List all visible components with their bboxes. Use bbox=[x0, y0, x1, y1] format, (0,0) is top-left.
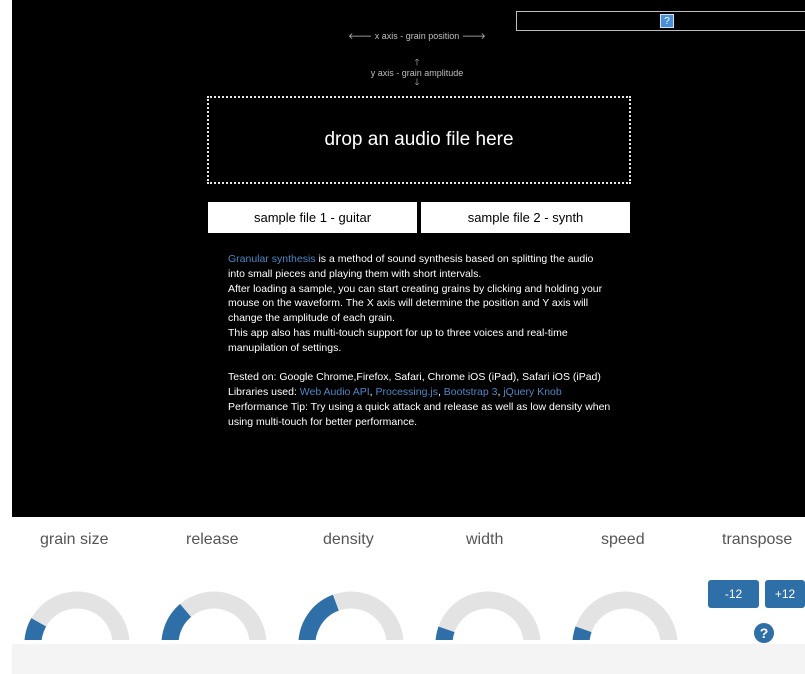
knob-value-fill bbox=[298, 594, 340, 640]
description-paragraph-3: This app also has multi-touch support fo… bbox=[228, 326, 568, 354]
processing-js-link[interactable]: Processing.js bbox=[376, 386, 438, 398]
description: Granular synthesis is a method of sound … bbox=[228, 252, 612, 430]
transpose-up-button[interactable]: +12 bbox=[765, 580, 805, 608]
x-axis-hint: 🡐 x axis - grain position 🡒 bbox=[348, 31, 486, 41]
knob-value-fill bbox=[161, 603, 192, 640]
bootstrap-link[interactable]: Bootstrap 3 bbox=[444, 386, 498, 398]
transpose-label: transpose bbox=[722, 531, 793, 548]
transpose-help-icon[interactable]: ? bbox=[754, 623, 774, 643]
description-paragraph-1: Granular synthesis is a method of sound … bbox=[228, 252, 612, 282]
speed-knob[interactable] bbox=[569, 580, 681, 640]
density-label: density bbox=[323, 531, 374, 548]
density-knob[interactable] bbox=[295, 580, 407, 640]
knob-track bbox=[24, 591, 130, 640]
up-arrow-icon: 🡑 bbox=[414, 57, 420, 67]
footer-bar bbox=[12, 644, 805, 674]
sample-2-button[interactable]: sample file 2 - synth bbox=[421, 202, 630, 233]
width-label: width bbox=[466, 531, 504, 548]
audio-dropzone[interactable]: drop an audio file here bbox=[207, 96, 631, 184]
grain-size-knob[interactable] bbox=[21, 580, 133, 640]
libraries-used: Libraries used: Web Audio API, Processin… bbox=[228, 386, 562, 399]
down-arrow-icon: 🡓 bbox=[414, 77, 420, 87]
y-axis-hint: 🡑 y axis - grain amplitude 🡓 bbox=[337, 57, 497, 87]
granular-synthesis-link[interactable]: Granular synthesis bbox=[228, 253, 316, 265]
transpose-down-button[interactable]: -12 bbox=[708, 580, 759, 608]
description-paragraph-2: After loading a sample, you can start cr… bbox=[228, 282, 603, 325]
speed-label: speed bbox=[601, 531, 645, 548]
release-knob[interactable] bbox=[158, 580, 270, 640]
width-knob[interactable] bbox=[432, 580, 544, 640]
web-audio-api-link[interactable]: Web Audio API bbox=[300, 386, 370, 398]
sample-1-button[interactable]: sample file 1 - guitar bbox=[208, 202, 417, 233]
knob-value-fill bbox=[435, 626, 455, 640]
help-box: ? bbox=[516, 11, 805, 31]
knob-value-fill bbox=[572, 626, 592, 640]
knob-value-fill bbox=[24, 618, 47, 640]
performance-tip: Performance Tip: Try using a quick attac… bbox=[228, 400, 611, 428]
libraries-prefix: Libraries used: bbox=[228, 386, 300, 399]
knob-track bbox=[572, 591, 678, 640]
tested-on-text: Tested on: Google Chrome,Firefox, Safari… bbox=[228, 371, 601, 384]
jquery-knob-link[interactable]: jQuery Knob bbox=[503, 386, 561, 398]
knob-track bbox=[435, 591, 541, 640]
help-icon[interactable]: ? bbox=[660, 14, 674, 28]
release-label: release bbox=[186, 531, 239, 548]
grain-size-label: grain size bbox=[40, 531, 109, 548]
